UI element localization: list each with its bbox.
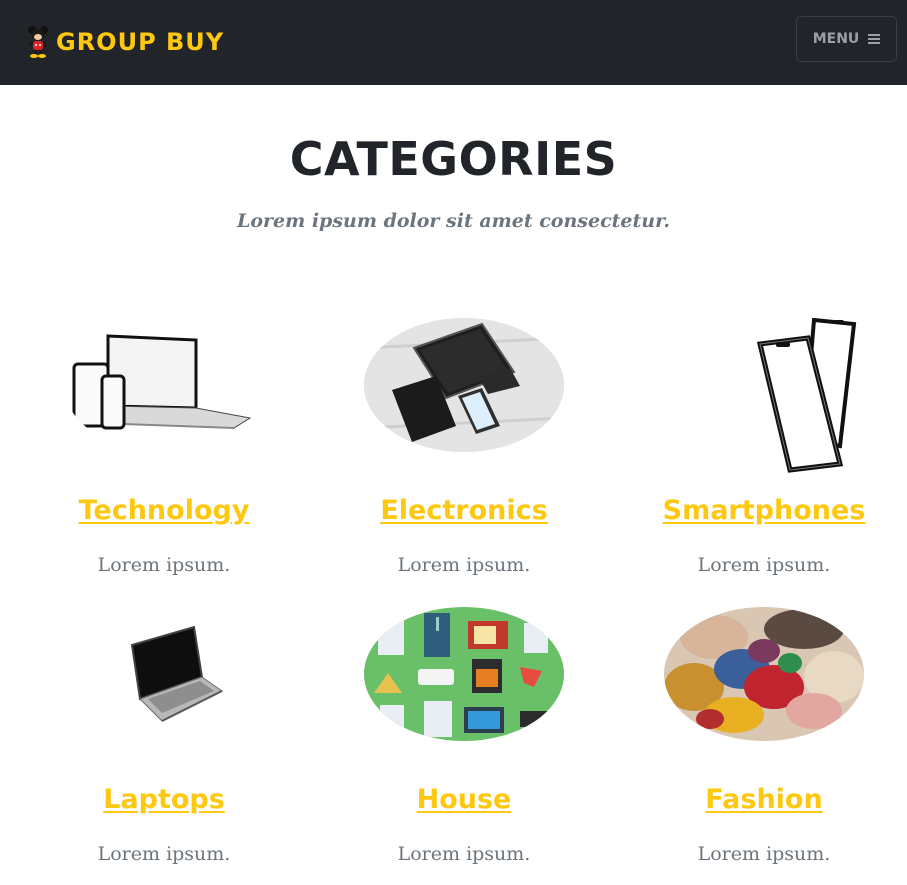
- laptop-image[interactable]: [64, 607, 264, 741]
- navbar: GROUP BUY MENU: [0, 0, 907, 85]
- appliances-image[interactable]: [364, 607, 564, 741]
- menu-button[interactable]: MENU: [796, 16, 897, 62]
- clothes-image[interactable]: [664, 607, 864, 741]
- category-description: Lorem ipsum.: [97, 843, 231, 865]
- category-link-electronics[interactable]: Electronics: [314, 495, 614, 526]
- category-description: Lorem ipsum.: [697, 843, 831, 865]
- smartphones-image[interactable]: [664, 318, 864, 474]
- category-link-fashion[interactable]: Fashion: [614, 784, 907, 815]
- category-card-technology: Technology Lorem ipsum.: [14, 318, 314, 588]
- devices-image[interactable]: [64, 318, 264, 452]
- menu-label: MENU: [812, 31, 860, 47]
- category-description: Lorem ipsum.: [397, 843, 531, 865]
- hamburger-icon: [868, 34, 881, 44]
- category-card-house: House Lorem ipsum.: [314, 607, 614, 877]
- mouse-mascot-icon: [28, 26, 48, 58]
- page-title: CATEGORIES: [289, 132, 618, 186]
- brand-link[interactable]: GROUP BUY: [27, 24, 224, 60]
- category-link-house[interactable]: House: [314, 784, 614, 815]
- category-link-smartphones[interactable]: Smartphones: [614, 495, 907, 526]
- category-description: Lorem ipsum.: [397, 554, 531, 576]
- category-link-technology[interactable]: Technology: [14, 495, 314, 526]
- category-description: Lorem ipsum.: [697, 554, 831, 576]
- category-card-electronics: Electronics Lorem ipsum.: [314, 318, 614, 588]
- category-card-laptops: Laptops Lorem ipsum.: [14, 607, 314, 877]
- brand-name: GROUP BUY: [56, 28, 225, 56]
- category-card-fashion: Fashion Lorem ipsum.: [614, 607, 907, 877]
- category-link-laptops[interactable]: Laptops: [14, 784, 314, 815]
- category-description: Lorem ipsum.: [97, 554, 231, 576]
- page-subtitle: Lorem ipsum dolor sit amet consectetur.: [236, 210, 670, 232]
- category-card-smartphones: Smartphones Lorem ipsum.: [614, 318, 907, 588]
- tablets-image[interactable]: [364, 318, 564, 452]
